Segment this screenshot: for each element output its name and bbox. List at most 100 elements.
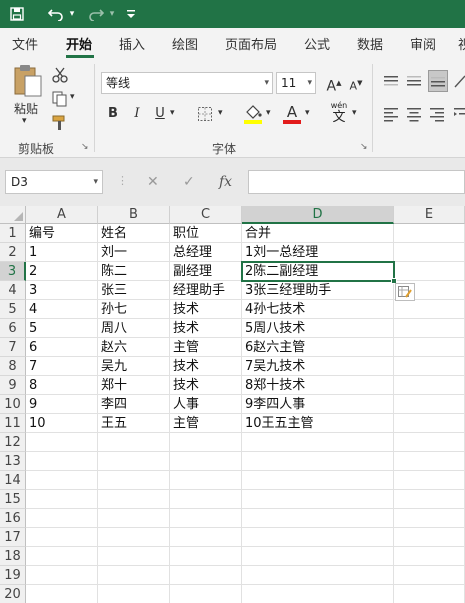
cell-c12[interactable] (170, 433, 242, 452)
cell-c19[interactable] (170, 566, 242, 585)
column-header-c[interactable]: C (170, 206, 242, 224)
cell-e9[interactable] (394, 376, 465, 395)
cell-c20[interactable] (170, 585, 242, 603)
cancel-entry-icon[interactable]: ✕ (147, 174, 159, 190)
row-header-14[interactable]: 14 (0, 471, 26, 490)
cell-d15[interactable] (242, 490, 394, 509)
cell-b13[interactable] (98, 452, 170, 471)
cell-b9[interactable]: 郑十 (98, 376, 170, 395)
cell-b8[interactable]: 吴九 (98, 357, 170, 376)
cell-e15[interactable] (394, 490, 465, 509)
copy-icon[interactable] (51, 90, 69, 108)
align-right-icon[interactable] (428, 106, 446, 122)
cell-b15[interactable] (98, 490, 170, 509)
cell-a20[interactable] (26, 585, 98, 603)
cell-e13[interactable] (394, 452, 465, 471)
cell-e16[interactable] (394, 509, 465, 528)
undo-icon[interactable] (46, 3, 66, 25)
flash-fill-options-icon[interactable] (395, 283, 415, 301)
tab-insert[interactable]: 插入 (119, 34, 145, 53)
row-header-13[interactable]: 13 (0, 452, 26, 471)
cut-icon[interactable] (51, 66, 69, 84)
bold-button[interactable]: B (103, 104, 123, 124)
cell-d16[interactable] (242, 509, 394, 528)
column-header-a[interactable]: A (26, 206, 98, 224)
cell-d9[interactable]: 8郑十技术 (242, 376, 394, 395)
cell-a15[interactable] (26, 490, 98, 509)
cell-e1[interactable] (394, 224, 465, 243)
row-header-17[interactable]: 17 (0, 528, 26, 547)
tab-review[interactable]: 审阅 (410, 34, 436, 53)
redo-dropdown-icon[interactable]: ▾ (107, 3, 117, 25)
cell-c8[interactable]: 技术 (170, 357, 242, 376)
cell-d11[interactable]: 10王五主管 (242, 414, 394, 433)
paste-button-label[interactable]: 粘贴 (14, 100, 38, 117)
cell-e14[interactable] (394, 471, 465, 490)
row-header-12[interactable]: 12 (0, 433, 26, 452)
row-header-7[interactable]: 7 (0, 338, 26, 357)
cell-a2[interactable]: 1 (26, 243, 98, 262)
cell-a10[interactable]: 9 (26, 395, 98, 414)
cell-b7[interactable]: 赵六 (98, 338, 170, 357)
cell-d20[interactable] (242, 585, 394, 603)
cell-b18[interactable] (98, 547, 170, 566)
cell-a4[interactable]: 3 (26, 281, 98, 300)
cell-b11[interactable]: 王五 (98, 414, 170, 433)
insert-function-icon[interactable]: fx (219, 174, 232, 190)
phonetic-guide-dropdown-icon[interactable]: ▾ (352, 108, 357, 118)
cell-b14[interactable] (98, 471, 170, 490)
column-header-b[interactable]: B (98, 206, 170, 224)
cell-a8[interactable]: 7 (26, 357, 98, 376)
cell-c1[interactable]: 职位 (170, 224, 242, 243)
name-box-dropdown-icon[interactable]: ▾ (93, 171, 98, 193)
cell-c17[interactable] (170, 528, 242, 547)
paste-icon[interactable] (12, 64, 44, 98)
cell-d5[interactable]: 4孙七技术 (242, 300, 394, 319)
tab-page-layout[interactable]: 页面布局 (225, 34, 277, 53)
cell-c14[interactable] (170, 471, 242, 490)
row-header-9[interactable]: 9 (0, 376, 26, 395)
cell-a3[interactable]: 2 (26, 262, 98, 281)
font-size-dropdown-icon[interactable]: ▾ (307, 73, 312, 93)
cell-a14[interactable] (26, 471, 98, 490)
cell-a13[interactable] (26, 452, 98, 471)
cell-a1[interactable]: 编号 (26, 224, 98, 243)
cell-d10[interactable]: 9李四人事 (242, 395, 394, 414)
cell-c3[interactable]: 副经理 (170, 262, 242, 281)
orientation-icon[interactable] (452, 73, 465, 89)
cell-b12[interactable] (98, 433, 170, 452)
tab-file[interactable]: 文件 (12, 34, 38, 53)
copy-dropdown-icon[interactable]: ▾ (70, 92, 75, 102)
row-header-16[interactable]: 16 (0, 509, 26, 528)
cell-a18[interactable] (26, 547, 98, 566)
customize-qat-icon[interactable] (124, 3, 138, 25)
cell-b17[interactable] (98, 528, 170, 547)
row-header-5[interactable]: 5 (0, 300, 26, 319)
cell-d19[interactable] (242, 566, 394, 585)
font-color-button[interactable]: A (282, 103, 302, 125)
cell-e19[interactable] (394, 566, 465, 585)
tab-draw[interactable]: 绘图 (172, 34, 198, 53)
row-header-11[interactable]: 11 (0, 414, 26, 433)
cell-e7[interactable] (394, 338, 465, 357)
column-header-d[interactable]: D (242, 206, 394, 224)
cell-c15[interactable] (170, 490, 242, 509)
clipboard-launcher-icon[interactable]: ↘ (81, 142, 89, 152)
cell-d12[interactable] (242, 433, 394, 452)
row-header-15[interactable]: 15 (0, 490, 26, 509)
cell-a6[interactable]: 5 (26, 319, 98, 338)
font-name-dropdown-icon[interactable]: ▾ (264, 73, 269, 93)
align-middle-icon[interactable] (405, 73, 423, 89)
paste-dropdown-icon[interactable]: ▾ (22, 116, 27, 126)
cell-c16[interactable] (170, 509, 242, 528)
align-left-icon[interactable] (382, 106, 400, 122)
cell-d3[interactable]: 2陈二副经理 (242, 262, 394, 281)
cell-e20[interactable] (394, 585, 465, 603)
italic-button[interactable]: I (127, 104, 147, 124)
cell-e18[interactable] (394, 547, 465, 566)
cell-b6[interactable]: 周八 (98, 319, 170, 338)
cell-e8[interactable] (394, 357, 465, 376)
row-header-8[interactable]: 8 (0, 357, 26, 376)
cell-d2[interactable]: 1刘一总经理 (242, 243, 394, 262)
font-color-dropdown-icon[interactable]: ▾ (305, 108, 310, 118)
